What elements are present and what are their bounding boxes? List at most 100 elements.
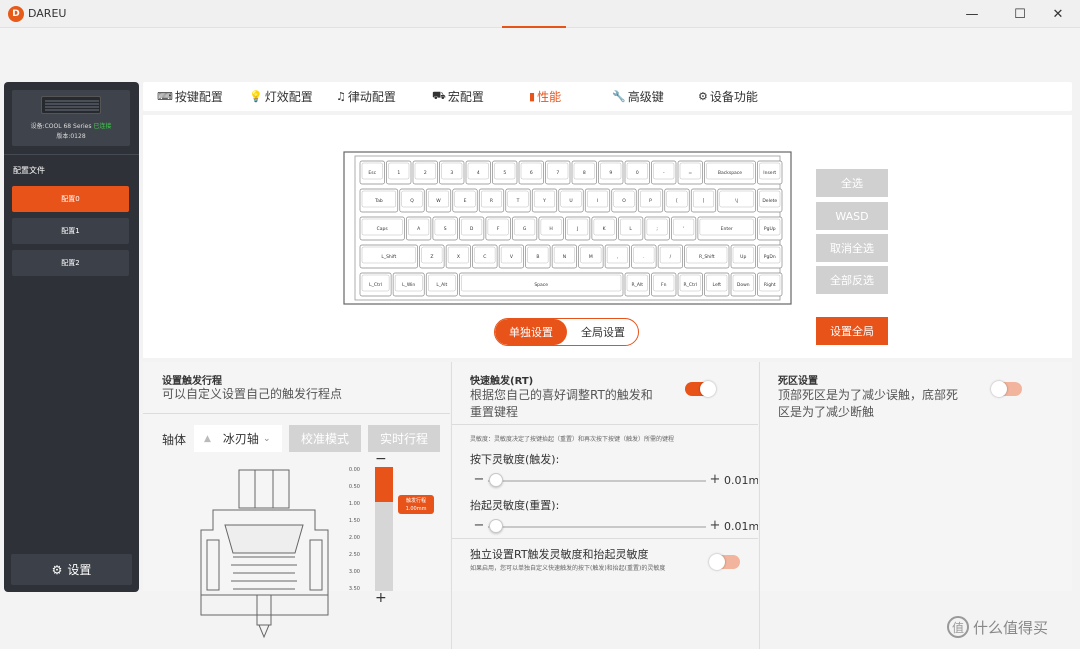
key-label: ] [703,198,705,204]
release-minus-button[interactable]: − [473,518,485,533]
tab-macro[interactable]: ⛟ 宏配置 [432,82,484,111]
trigger-desc: 可以自定义设置自己的触发行程点 [162,387,343,401]
invert-selection-button[interactable]: 全部反选 [816,266,888,294]
tick-label: 3.50 [348,586,360,592]
travel-slider[interactable] [375,467,393,591]
switch-knob [700,381,716,397]
independent-switch[interactable] [709,554,740,570]
key-label: Delete [762,198,777,204]
sidebar-divider [4,154,139,155]
active-tab-indicator [502,26,566,28]
travel-badge: 触发行程 1.00mm [398,495,434,514]
key-label: Tab [374,198,383,204]
tab-advanced-keys[interactable]: 🔧 高级键 [612,82,664,111]
rt-switch[interactable] [685,381,716,397]
profiles-title: 配置文件 [13,166,45,175]
deadzone-desc-2: 区是为了减少断触 [778,405,875,419]
key-label: R_Shift [699,254,715,260]
key-label: Left [713,282,722,288]
travel-scale: 0.00 0.50 1.00 1.50 2.00 2.50 3.00 3.50 [342,467,372,593]
release-sensitivity-slider[interactable] [488,526,706,528]
trigger-title: 设置触发行程 [162,376,222,387]
tab-performance[interactable]: ▮ 性能 [529,82,561,111]
settings-button[interactable]: ⚙ 设置 [11,554,132,585]
press-sensitivity-value: 0.01mm [724,474,758,487]
press-minus-button[interactable]: − [473,472,485,487]
tab-device-functions[interactable]: ⚙ 设备功能 [698,82,758,111]
tab-label: 宏配置 [447,90,484,104]
profile-item-1[interactable]: 配置1 [12,218,129,244]
key-label: ' [683,226,684,232]
title-bar [0,0,1080,28]
key-label: 8 [583,170,586,176]
tab-key-config[interactable]: ⌨ 按键配置 [157,82,223,111]
key-label: E [464,198,467,204]
key-label: Up [740,254,746,260]
release-plus-button[interactable]: + [709,518,721,533]
key-label: P [649,198,652,204]
press-plus-button[interactable]: + [709,472,721,487]
dareu-logo-icon: D [8,6,24,22]
key-label: Esc [368,170,376,176]
tab-label: 律动配置 [347,90,396,104]
rt-desc-2: 重置键程 [470,405,519,419]
key-label: 5 [503,170,506,176]
global-mode-button[interactable]: 全局设置 [567,319,638,345]
tab-lighting[interactable]: 💡 灯效配置 [249,82,313,111]
select-all-button[interactable]: 全选 [816,169,888,197]
key-label: L_Ctrl [369,282,382,288]
tick-label: 3.00 [348,569,360,575]
realtime-travel-button[interactable]: 实时行程 [368,425,440,452]
close-button[interactable]: ✕ [1035,0,1080,28]
key-label: B [536,254,539,260]
tab-rhythm[interactable]: ♫ 律动配置 [336,82,396,111]
profile-item-2[interactable]: 配置2 [12,250,129,276]
deadzone-switch[interactable] [991,381,1022,397]
deadzone-desc-1: 顶部死区是为了减少误触，底部死 [778,388,959,402]
profile-item-0[interactable]: 配置0 [12,186,129,212]
key-label: . [643,255,644,260]
key-label: X [457,254,460,260]
key-label: W [436,198,441,204]
key-label: = [688,171,692,176]
release-sensitivity-label: 抬起灵敏度(重置): [470,499,560,512]
calibrate-button[interactable]: 校准模式 [289,425,361,452]
key-label: Caps [377,226,389,232]
axis-select[interactable]: ▲ 冰刃轴 ⌄ [194,425,282,452]
key-label: PgDn [764,254,776,260]
key-label: 0 [636,170,639,176]
press-slider-knob[interactable] [489,473,503,487]
key-label: Y [542,198,546,204]
key-label: [ [676,198,678,204]
key-label: H [549,226,552,232]
tick-label: 2.00 [348,535,360,541]
minimize-button[interactable]: — [949,0,995,28]
tab-bar: ⌨ 按键配置 💡 灯效配置 ♫ 律动配置 ⛟ 宏配置 ▮ 性能 🔧 高级键 ⚙ 设备功能 [143,82,1072,111]
device-card[interactable]: 设备:COOL 68 Series 已连接 版本:0128 [12,90,130,146]
axis-value: 冰刃轴 [222,432,259,446]
apply-global-button[interactable]: 设置全局 [816,317,888,345]
key-label: R [490,198,493,204]
key-label: 3 [450,170,453,176]
tab-label: 高级键 [627,90,664,104]
select-wasd-button[interactable]: WASD [816,202,888,230]
key-label: F [497,226,500,232]
device-status: 已连接 [93,123,112,130]
travel-minus-button[interactable]: − [375,452,389,466]
key-label: PgUp [764,226,776,232]
release-slider-knob[interactable] [489,519,503,533]
deselect-all-button[interactable]: 取消全选 [816,234,888,262]
press-sensitivity-slider[interactable] [488,480,706,482]
independent-note: 如果启用，您可以单独自定义快速触发的按下(触发)和抬起(重置)的灵敏度 [470,565,666,572]
travel-plus-button[interactable]: + [375,591,389,605]
key-label: S [444,226,447,232]
smzdm-logo-icon: 值 [947,616,969,638]
mode-toggle: 单独设置 全局设置 [494,318,639,346]
key-label: 1 [397,170,400,176]
key-label: J [576,226,578,232]
tab-label: 性能 [537,90,562,104]
key-label: Right [764,282,776,288]
single-mode-button[interactable]: 单独设置 [495,319,567,345]
key-label: M [589,254,593,260]
tick-label: 0.50 [348,484,360,490]
